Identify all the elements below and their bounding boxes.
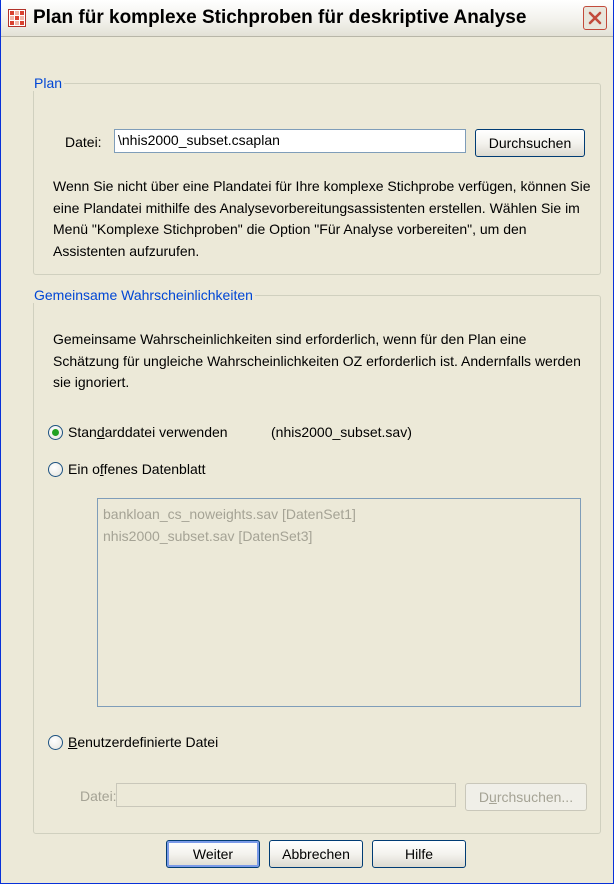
dataset-list[interactable]: bankloan_cs_noweights.sav [DatenSet1] nh…: [97, 498, 581, 707]
plan-legend: Plan: [34, 75, 63, 91]
list-item[interactable]: bankloan_cs_noweights.sav [DatenSet1]: [98, 503, 580, 525]
help-button[interactable]: Hilfe: [372, 840, 466, 868]
custom-browse-button[interactable]: Du rchsuchen...: [465, 783, 587, 811]
plan-file-label: Datei:: [65, 134, 102, 150]
window-title: Plan für komplexe Stichproben für deskri…: [33, 7, 527, 28]
joint-legend: Gemeinsame Wahrscheinlichkeiten: [34, 287, 253, 303]
radio-custom-file[interactable]: [48, 735, 63, 750]
radio-default-file[interactable]: [48, 425, 63, 440]
cancel-button[interactable]: Abbrechen: [269, 840, 363, 868]
joint-description: Gemeinsame Wahrscheinlichkeiten sind erf…: [53, 331, 581, 390]
radio-open-dataset-label[interactable]: Ein offenes Datenblatt: [68, 461, 206, 477]
close-button[interactable]: [583, 6, 607, 30]
plan-description: Wenn Sie nicht über eine Plandatei für I…: [53, 178, 591, 259]
plan-file-input[interactable]: \nhis2000_subset.csaplan: [114, 129, 466, 153]
default-file-name: (nhis2000_subset.sav): [271, 424, 412, 440]
list-item[interactable]: nhis2000_subset.sav [DatenSet3]: [98, 525, 580, 547]
radio-default-file-label[interactable]: Standarddatei verwenden: [68, 424, 228, 440]
custom-file-label: Datei:: [80, 788, 117, 804]
close-icon: [588, 11, 602, 25]
custom-file-input[interactable]: [116, 783, 456, 807]
radio-custom-file-label[interactable]: Benutzerdefinierte Datei: [68, 734, 218, 750]
title-bar[interactable]: Plan für komplexe Stichproben für deskri…: [1, 0, 613, 37]
plan-browse-button[interactable]: Durchsuchen: [475, 129, 585, 157]
continue-button[interactable]: Weiter: [166, 840, 260, 868]
app-icon: [8, 9, 26, 27]
dialog-window: Plan für komplexe Stichproben für deskri…: [0, 0, 614, 884]
radio-open-dataset[interactable]: [48, 462, 63, 477]
